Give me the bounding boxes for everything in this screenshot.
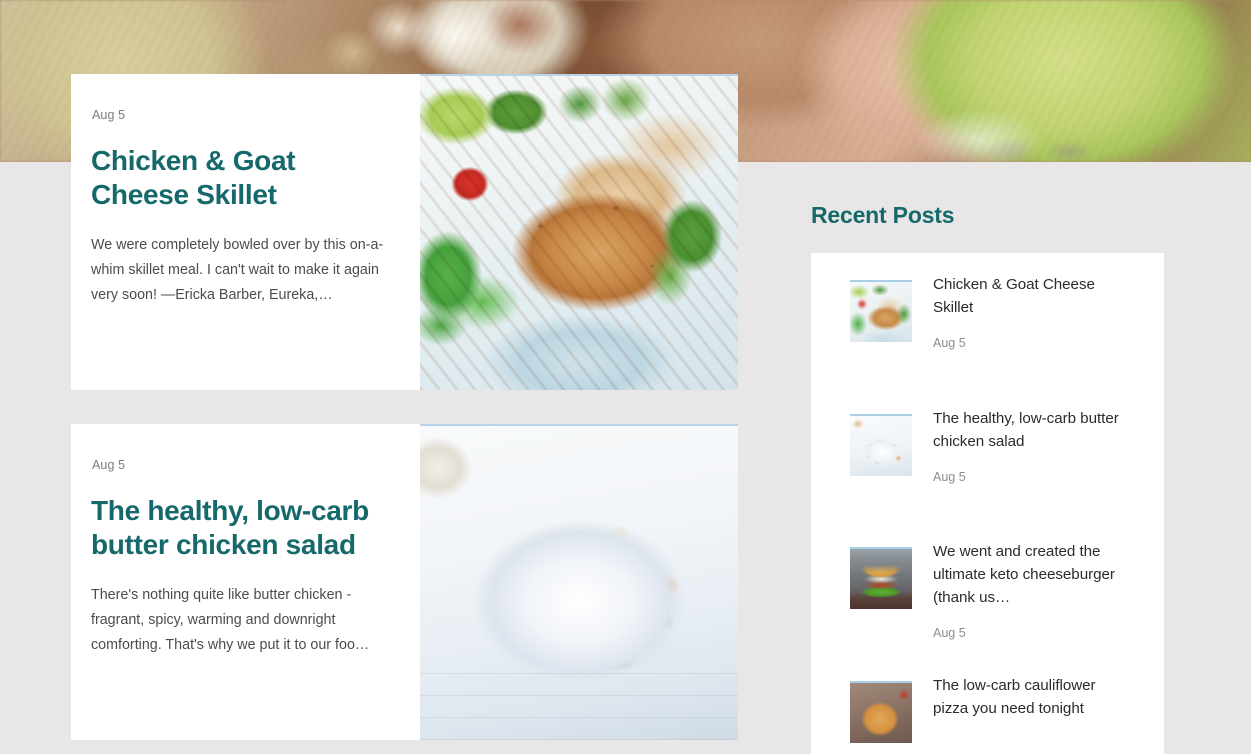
butter-chicken-salad-photo	[420, 426, 738, 740]
recent-post-thumbnail[interactable]	[850, 547, 912, 609]
recent-post-item[interactable]: The healthy, low-carb butter chicken sal…	[811, 410, 1164, 539]
recent-post-thumbnail[interactable]	[850, 681, 912, 743]
post-text-panel: Aug 5 The healthy, low-carb butter chick…	[71, 424, 420, 740]
butter-chicken-salad-thumb-image	[850, 416, 912, 476]
recent-post-item[interactable]: The low-carb cauliflower pizza you need …	[811, 677, 1164, 754]
recent-post-date: Aug 5	[933, 626, 966, 640]
post-excerpt: We were completely bowled over by this o…	[91, 237, 384, 303]
recent-post-title[interactable]: The low-carb cauliflower pizza you need …	[933, 674, 1133, 720]
recent-post-item[interactable]: Chicken & Goat Cheese Skillet Aug 5	[811, 276, 1164, 405]
recent-post-body: The low-carb cauliflower pizza you need …	[933, 674, 1133, 737]
post-date: Aug 5	[92, 108, 126, 122]
recent-posts-panel: Chicken & Goat Cheese Skillet Aug 5 The …	[811, 253, 1164, 754]
post-text-panel: Aug 5 Chicken & Goat Cheese Skillet We w…	[71, 74, 420, 390]
post-title[interactable]: Chicken & Goat Cheese Skillet	[91, 144, 390, 212]
blog-page: Aug 5 Chicken & Goat Cheese Skillet We w…	[0, 0, 1251, 754]
post-title[interactable]: The healthy, low-carb butter chicken sal…	[91, 494, 390, 562]
recent-post-thumbnail[interactable]	[850, 280, 912, 342]
recent-post-thumbnail[interactable]	[850, 414, 912, 476]
post-card[interactable]: Aug 5 Chicken & Goat Cheese Skillet We w…	[71, 74, 738, 390]
recent-post-body: We went and created the ultimate keto ch…	[933, 540, 1133, 640]
post-date: Aug 5	[92, 458, 126, 472]
chicken-skillet-thumb-image	[850, 282, 912, 342]
keto-cheeseburger-thumb-image	[850, 549, 912, 609]
post-image[interactable]	[420, 424, 738, 740]
recent-post-title[interactable]: The healthy, low-carb butter chicken sal…	[933, 407, 1133, 453]
post-image[interactable]	[420, 74, 738, 390]
cauliflower-pizza-thumb-image	[850, 683, 912, 743]
recent-post-body: Chicken & Goat Cheese Skillet Aug 5	[933, 273, 1133, 350]
recent-posts-heading: Recent Posts	[811, 202, 955, 228]
post-card[interactable]: Aug 5 The healthy, low-carb butter chick…	[71, 424, 738, 740]
recent-post-title[interactable]: We went and created the ultimate keto ch…	[933, 540, 1133, 609]
post-excerpt: There's nothing quite like butter chicke…	[91, 587, 370, 653]
recent-post-body: The healthy, low-carb butter chicken sal…	[933, 407, 1133, 484]
chicken-skillet-photo	[420, 76, 738, 390]
recent-post-date: Aug 5	[933, 336, 966, 350]
recent-post-item[interactable]: We went and created the ultimate keto ch…	[811, 543, 1164, 695]
recent-post-title[interactable]: Chicken & Goat Cheese Skillet	[933, 273, 1133, 319]
recent-post-date: Aug 5	[933, 470, 966, 484]
